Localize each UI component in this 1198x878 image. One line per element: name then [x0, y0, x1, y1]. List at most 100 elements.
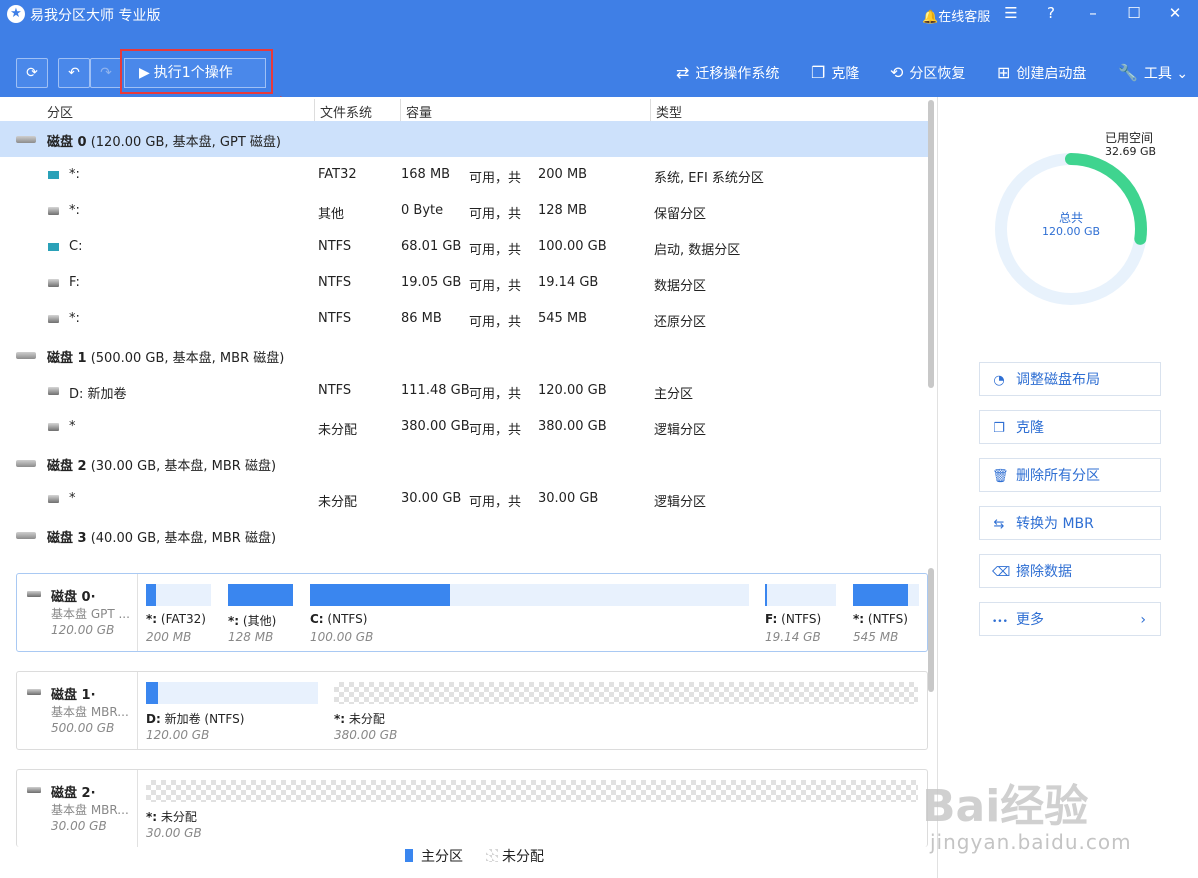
table-row[interactable]: * 未分配 380.00 GB 可用，共 380.00 GB 逻辑分区	[0, 409, 928, 445]
disk-detail: (30.00 GB, 基本盘, MBR 磁盘)	[90, 459, 277, 474]
tools-menu-button[interactable]: 🔧 工具 ⌄	[1118, 62, 1188, 84]
table-row[interactable]: *: 其他 0 Byte 可用，共 128 MB 保留分区	[0, 193, 928, 229]
delete-all-partitions-button[interactable]: 🗑 删除所有分区	[979, 458, 1161, 492]
menu-icon[interactable]: ☰	[1001, 3, 1021, 23]
disk-name: 磁盘 3	[47, 531, 87, 546]
drive-icon	[48, 423, 59, 431]
migrate-os-button[interactable]: ⇄ 迁移操作系统	[676, 62, 779, 84]
partition-fs-label: 未分配	[157, 810, 197, 824]
unallocated-bar[interactable]	[146, 780, 918, 802]
table-row[interactable]: D: 新加卷 NTFS 111.48 GB 可用，共 120.00 GB 主分区	[0, 373, 928, 409]
partition-free: 380.00 GB	[401, 419, 470, 434]
partition-bar-size: 128 MB	[228, 630, 274, 644]
partition-name: *	[69, 419, 76, 434]
maximize-icon[interactable]: ☐	[1124, 3, 1144, 23]
partition-fs-label: (NTFS)	[864, 612, 908, 626]
clone-toolbar-button[interactable]: ❐ 克隆	[811, 62, 859, 84]
col-capacity[interactable]: 容量	[406, 102, 432, 121]
partition-free: 19.05 GB	[401, 275, 462, 290]
diskmap-scrollbar[interactable]	[928, 568, 934, 692]
partition-letter: F:	[765, 612, 778, 626]
windows-icon: ⊞	[997, 63, 1011, 82]
partition-type: 数据分区	[654, 279, 707, 294]
col-partition[interactable]: 分区	[47, 102, 73, 121]
undo-button[interactable]: ↶	[58, 58, 90, 88]
drive-icon	[48, 279, 59, 287]
more-icon: •••	[992, 617, 1008, 627]
partition-fs-label: (NTFS)	[777, 612, 822, 626]
partition-bar[interactable]	[228, 584, 293, 606]
table-row-disk[interactable]: 磁盘 3 (40.00 GB, 基本盘, MBR 磁盘)	[0, 517, 928, 553]
partition-used-fill	[146, 584, 156, 606]
adjust-disk-layout-button[interactable]: ◔ 调整磁盘布局	[979, 362, 1161, 396]
close-icon[interactable]: ✕	[1165, 3, 1185, 23]
table-row[interactable]: *: FAT32 168 MB 可用，共 200 MB 系统, EFI 系统分区	[0, 157, 928, 193]
partition-type: 还原分区	[654, 315, 707, 330]
col-type[interactable]: 类型	[656, 102, 682, 121]
partition-capacity-sep: 可用，共	[469, 495, 522, 510]
partition-bar-size: 380.00 GB	[334, 728, 398, 742]
partition-bar[interactable]	[310, 584, 749, 606]
legend-primary-label: 主分区	[421, 849, 463, 865]
unallocated-bar[interactable]	[334, 682, 918, 704]
partition-bar-label: D: 新加卷 (NTFS)	[146, 710, 244, 727]
partition-type: 逻辑分区	[654, 495, 707, 510]
partition-letter: *:	[853, 612, 865, 626]
legend-unallocated-swatch	[486, 849, 498, 862]
partition-letter: C:	[310, 612, 324, 626]
partition-fs: 其他	[318, 207, 345, 222]
online-service-link[interactable]: 🔔在线客服	[922, 6, 990, 25]
partition-bar[interactable]	[146, 682, 318, 704]
tools-label: 工具	[1143, 66, 1172, 82]
partition-name: *:	[69, 203, 80, 218]
table-row[interactable]: F: NTFS 19.05 GB 可用，共 19.14 GB 数据分区	[0, 265, 928, 301]
create-boot-disk-button[interactable]: ⊞ 创建启动盘	[997, 62, 1086, 84]
partition-bar[interactable]	[853, 584, 919, 606]
disk-name: 磁盘 2	[47, 459, 87, 474]
partition-type: 逻辑分区	[654, 423, 707, 438]
minimize-icon[interactable]: –	[1083, 3, 1103, 23]
help-icon[interactable]: ?	[1041, 3, 1061, 23]
chevron-right-icon: ›	[1140, 612, 1146, 628]
partition-fs-label: 未分配	[345, 712, 385, 726]
wipe-data-button[interactable]: ⌫ 擦除数据	[979, 554, 1161, 588]
disk-map-name: 磁盘 1·	[51, 688, 96, 703]
eraser-icon: ⌫	[992, 565, 1011, 580]
partition-table-header: 分区 文件系统 容量 类型	[0, 97, 928, 124]
partition-fs-label: (其他)	[239, 614, 277, 628]
used-space-value: 32.69 GB	[1105, 145, 1157, 158]
table-row-disk[interactable]: 磁盘 1 (500.00 GB, 基本盘, MBR 磁盘)	[0, 337, 928, 373]
table-row-disk[interactable]: 磁盘 2 (30.00 GB, 基本盘, MBR 磁盘)	[0, 445, 928, 481]
partition-used-fill	[146, 682, 158, 704]
partition-fs-label: (FAT32)	[157, 612, 206, 626]
table-scrollbar[interactable]	[928, 100, 934, 388]
partition-bar-label: *: 未分配	[146, 808, 197, 825]
disk-name: 磁盘 0	[47, 135, 87, 150]
table-row[interactable]: C: NTFS 68.01 GB 可用，共 100.00 GB 启动, 数据分区	[0, 229, 928, 265]
partition-recovery-label: 分区恢复	[909, 66, 966, 82]
refresh-button[interactable]: ⟳	[16, 58, 48, 88]
table-row[interactable]: * 未分配 30.00 GB 可用，共 30.00 GB 逻辑分区	[0, 481, 928, 517]
table-row-disk[interactable]: 磁盘 0 (120.00 GB, 基本盘, GPT 磁盘)	[0, 121, 928, 157]
partition-bar-size: 545 MB	[853, 630, 899, 644]
drive-icon	[48, 387, 59, 395]
partition-bar[interactable]	[765, 584, 836, 606]
more-button[interactable]: ••• 更多 ›	[979, 602, 1161, 636]
table-row[interactable]: *: NTFS 86 MB 可用，共 545 MB 还原分区	[0, 301, 928, 337]
windows-partition-icon	[48, 243, 59, 251]
partition-total: 30.00 GB	[538, 491, 599, 506]
partition-total: 19.14 GB	[538, 275, 599, 290]
clone-icon: ❐	[993, 421, 1005, 436]
total-label: 总共	[1058, 211, 1083, 225]
partition-name: D: 新加卷	[69, 387, 127, 402]
partition-recovery-button[interactable]: ⟲ 分区恢复	[890, 62, 965, 84]
partition-capacity-sep: 可用，共	[469, 279, 522, 294]
col-filesystem[interactable]: 文件系统	[320, 102, 372, 121]
clone-button[interactable]: ❐ 克隆	[979, 410, 1161, 444]
redo-button[interactable]: ↷	[90, 58, 122, 88]
disk-map-name: 磁盘 0·	[51, 590, 96, 605]
partition-free: 168 MB	[401, 167, 451, 182]
partition-bar[interactable]	[146, 584, 211, 606]
convert-to-mbr-button[interactable]: ⇆ 转换为 MBR	[979, 506, 1161, 540]
baidu-watermark: Bai经验	[922, 781, 1089, 832]
